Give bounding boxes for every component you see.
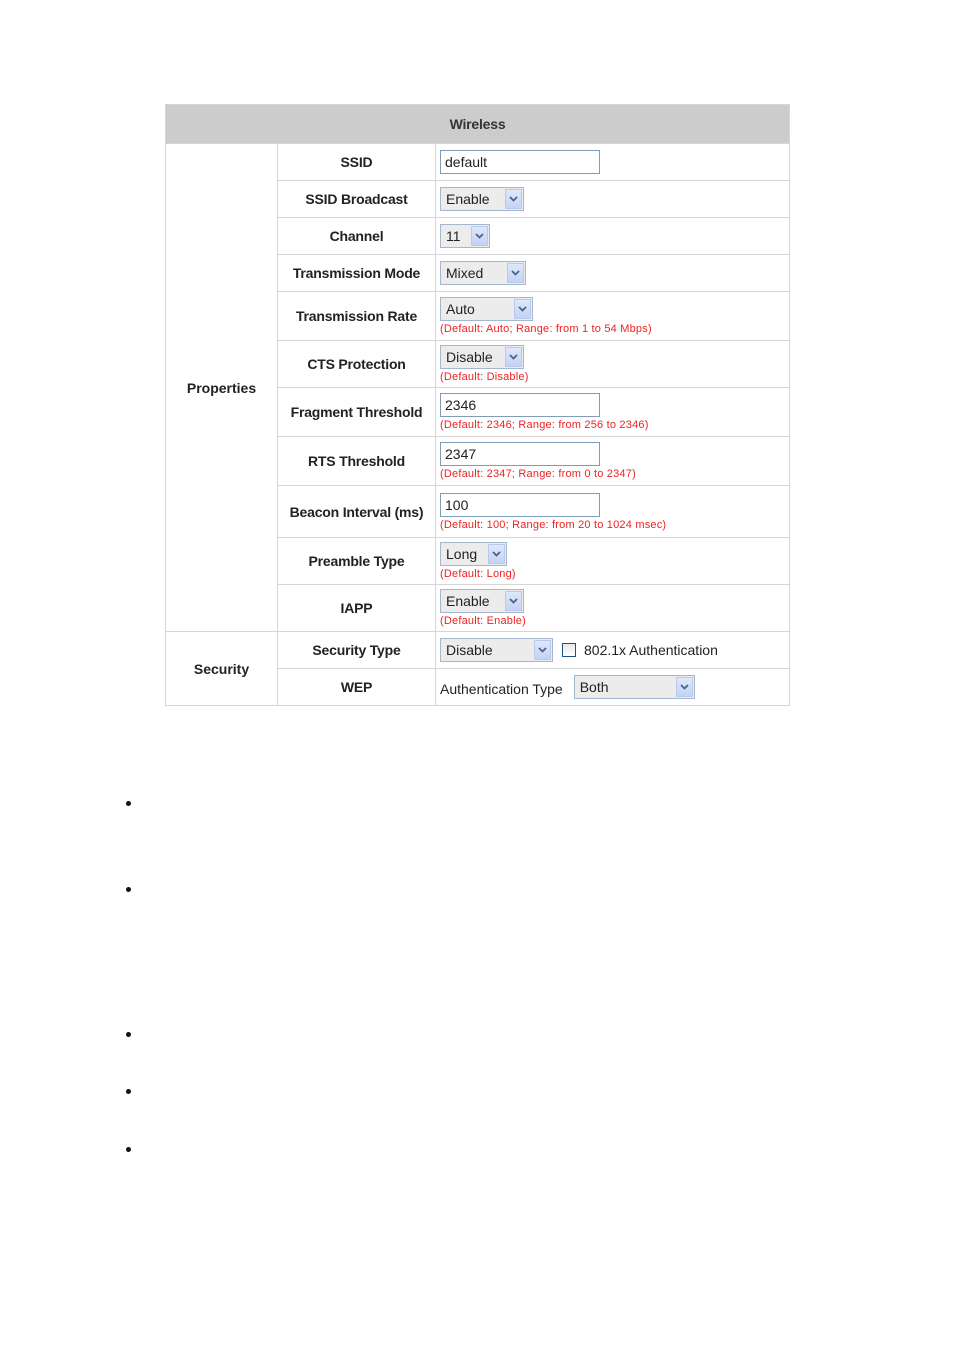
iapp-select[interactable]: Enable [440,589,524,613]
transmission-rate-label: Transmission Rate [277,291,436,341]
beacon-interval-input[interactable] [440,492,600,517]
transmission-mode-label: Transmission Mode [277,254,436,292]
cts-protection-label: CTS Protection [277,340,436,388]
fragment-threshold-hint: (Default: 2346; Range: from 256 to 2346) [440,419,649,431]
chevron-down-icon[interactable] [675,677,693,697]
8021x-authentication-checkbox[interactable] [562,643,576,657]
iapp-hint: (Default: Enable) [440,615,526,627]
chevron-down-icon[interactable] [505,347,522,367]
chevron-down-icon[interactable] [488,544,505,564]
8021x-authentication-label[interactable]: 802.1x Authentication [584,642,718,658]
row-security-type: Security Security Type Disable 802.1x Au… [165,631,790,706]
wep-label: WEP [277,668,436,706]
wireless-settings-table: Wireless Properties SSID SSID Broadcast … [165,104,790,706]
group-security: Security [165,631,278,706]
rts-threshold-hint: (Default: 2347; Range: from 0 to 2347) [440,468,636,480]
ssid-input[interactable] [440,150,600,174]
preamble-type-value: Long [446,546,478,562]
ssid-label: SSID [277,143,436,181]
table-title: Wireless [165,104,790,144]
chevron-down-icon[interactable] [471,226,488,246]
fragment-threshold-input[interactable] [440,393,600,417]
transmission-mode-select[interactable]: Mixed [440,261,526,285]
authentication-type-label: Authentication Type [440,680,563,697]
security-type-label: Security Type [277,631,436,669]
iapp-value: Enable [446,593,490,609]
transmission-rate-select[interactable]: Auto [440,297,533,321]
group-properties: Properties [165,143,278,632]
fragment-threshold-label: Fragment Threshold [277,387,436,437]
bullet-point [126,1032,131,1037]
beacon-interval-hint: (Default: 100; Range: from 20 to 1024 ms… [440,518,667,531]
preamble-type-select[interactable]: Long [440,542,507,566]
transmission-rate-hint: (Default: Auto; Range: from 1 to 54 Mbps… [440,323,652,335]
security-type-select[interactable]: Disable [440,638,553,662]
channel-label: Channel [277,217,436,255]
beacon-interval-label: Beacon Interval (ms) [277,485,436,538]
preamble-type-hint: (Default: Long) [440,568,516,580]
rts-threshold-input[interactable] [440,442,600,466]
chevron-down-icon[interactable] [514,299,531,319]
chevron-down-icon[interactable] [505,591,522,611]
bullet-point [126,1089,131,1094]
row-ssid: Properties SSID [165,143,790,632]
ssid-broadcast-value: Enable [446,191,490,207]
chevron-down-icon[interactable] [505,189,522,209]
ssid-broadcast-select[interactable]: Enable [440,187,524,211]
iapp-label: IAPP [277,584,436,632]
chevron-down-icon[interactable] [534,640,551,660]
channel-value: 11 [446,228,461,244]
preamble-type-label: Preamble Type [277,537,436,585]
authentication-type-value: Both [579,679,609,695]
cts-protection-value: Disable [446,349,493,365]
ssid-broadcast-label: SSID Broadcast [277,180,436,218]
bullet-point [126,1147,131,1152]
channel-select[interactable]: 11 [440,224,490,248]
transmission-mode-value: Mixed [446,265,484,281]
bullet-point [126,887,131,892]
cts-protection-select[interactable]: Disable [440,345,524,369]
transmission-rate-value: Auto [446,301,475,317]
cts-protection-hint: (Default: Disable) [440,371,529,383]
rts-threshold-label: RTS Threshold [277,436,436,486]
security-type-value: Disable [446,642,493,658]
authentication-type-select[interactable]: Both [573,675,695,699]
chevron-down-icon[interactable] [507,263,524,283]
bullet-point [126,801,131,806]
